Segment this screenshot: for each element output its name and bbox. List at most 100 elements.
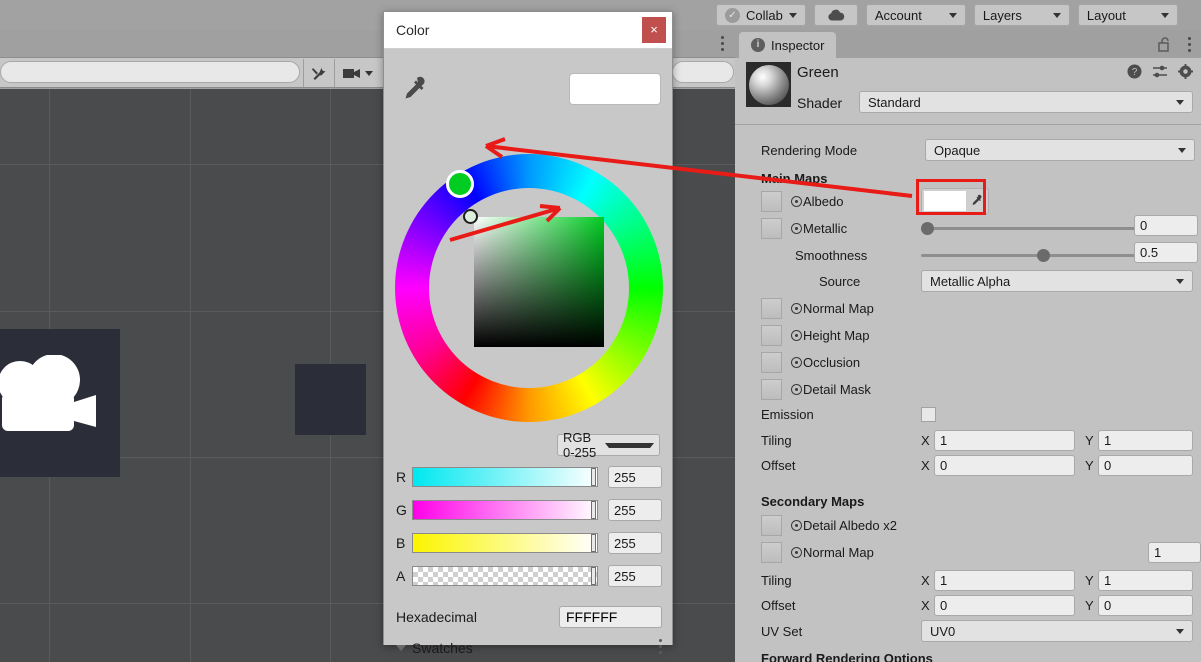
channel-row-a: A (396, 564, 662, 588)
collab-button[interactable]: ✓ Collab (716, 4, 806, 26)
metallic-slider-knob[interactable] (921, 221, 934, 235)
preset-sliders-icon[interactable] (1152, 64, 1168, 82)
chevron-down-icon[interactable] (396, 645, 406, 651)
secondary-tiling-label: Tiling (761, 572, 792, 588)
metallic-value-field[interactable] (1134, 215, 1198, 236)
secondary-offset-y-label: Y (1085, 597, 1094, 613)
albedo-label: Albedo (803, 193, 844, 209)
scene-tools-button[interactable] (303, 59, 334, 87)
secondary-offset-x-input[interactable] (934, 594, 1075, 616)
scene-camera-gizmo[interactable] (0, 329, 120, 477)
swatches-header[interactable]: Swatches (396, 638, 662, 658)
main-tiling-x-input[interactable] (934, 429, 1075, 451)
channel-value-r[interactable] (608, 466, 662, 488)
detail-albedo-row: Detail Albedo x2 (735, 512, 1201, 538)
shader-dropdown[interactable]: Standard (859, 91, 1193, 113)
shader-label: Shader (797, 95, 843, 111)
channel-knob-r[interactable] (591, 468, 596, 486)
channel-slider-a[interactable] (411, 566, 598, 586)
channel-slider-r[interactable] (411, 467, 598, 487)
rendering-mode-dropdown[interactable]: Opaque (925, 139, 1195, 161)
emission-row: Emission (735, 401, 1201, 427)
detail-albedo-texture-slot[interactable] (761, 514, 782, 536)
occlusion-texture-slot[interactable] (761, 351, 782, 373)
detail-albedo-target-icon[interactable] (791, 519, 802, 531)
metallic-target-icon[interactable] (791, 222, 802, 234)
source-dropdown[interactable]: Metallic Alpha (921, 270, 1193, 292)
channel-value-g[interactable] (608, 499, 662, 521)
secondary-normal-map-texture-slot[interactable] (761, 541, 782, 563)
hue-marker[interactable] (446, 170, 474, 198)
swatches-kebab-icon[interactable] (659, 639, 662, 657)
channel-value-a[interactable] (608, 565, 662, 587)
normal-map-texture-slot[interactable] (761, 297, 782, 319)
smoothness-slider[interactable] (921, 245, 1164, 266)
material-preview[interactable] (746, 62, 791, 107)
uv-set-dropdown[interactable]: UV0 (921, 620, 1193, 642)
main-tiling-y-input[interactable] (1098, 429, 1193, 451)
main-offset-x-input[interactable] (934, 454, 1075, 476)
layout-button[interactable]: Layout (1077, 4, 1178, 26)
hexadecimal-input[interactable] (559, 606, 662, 628)
secondary-normal-map-target-icon[interactable] (791, 546, 802, 558)
scene-object-cube[interactable] (295, 364, 366, 435)
color-preview-swatch[interactable] (569, 73, 661, 105)
channel-slider-b[interactable] (411, 533, 598, 553)
color-wheel-area[interactable] (395, 154, 663, 422)
color-picker-eyedropper-button[interactable] (398, 75, 428, 105)
height-map-texture-slot[interactable] (761, 324, 782, 346)
scene-tab-kebab-icon[interactable] (721, 36, 725, 52)
saturation-value-square[interactable] (474, 217, 604, 347)
help-icon[interactable]: ? (1127, 64, 1142, 82)
metallic-label: Metallic (803, 220, 848, 236)
lock-toggle[interactable] (1158, 37, 1171, 55)
smoothness-slider-knob[interactable] (1036, 248, 1050, 262)
collab-label: Collab (746, 7, 783, 23)
detail-mask-target-icon[interactable] (791, 383, 802, 395)
main-offset-y-input[interactable] (1098, 454, 1193, 476)
secondary-offset-label: Offset (761, 597, 796, 613)
inspector-kebab-icon[interactable] (1188, 37, 1191, 55)
normal-map-target-icon[interactable] (791, 302, 802, 314)
main-offset-label: Offset (761, 457, 796, 473)
layers-label: Layers (982, 7, 1022, 23)
smoothness-value-field[interactable] (1134, 242, 1198, 263)
cloud-button[interactable] (813, 4, 858, 26)
rendering-mode-label: Rendering Mode (761, 142, 858, 158)
detail-mask-texture-slot[interactable] (761, 378, 782, 400)
channel-value-b[interactable] (608, 532, 662, 554)
saturation-value-marker[interactable] (463, 209, 478, 224)
secondary-offset-y-input[interactable] (1098, 594, 1193, 616)
tab-inspector[interactable]: i Inspector (739, 32, 837, 58)
gear-icon[interactable] (1178, 64, 1193, 82)
main-tiling-x-label: X (921, 432, 930, 448)
material-sphere-preview (748, 64, 789, 105)
metallic-texture-slot[interactable] (761, 217, 782, 239)
channel-knob-g[interactable] (591, 501, 596, 519)
height-map-target-icon[interactable] (791, 329, 802, 341)
scene-search-field[interactable] (0, 61, 300, 83)
secondary-tiling-y-input[interactable] (1098, 569, 1193, 591)
color-mode-dropdown[interactable]: RGB 0-255 (557, 430, 660, 460)
albedo-target-icon[interactable] (791, 195, 802, 207)
cloud-icon (828, 9, 845, 21)
shader-value: Standard (868, 94, 921, 110)
scene-secondary-search-field[interactable] (672, 61, 734, 83)
secondary-normal-map-value[interactable] (1148, 541, 1201, 563)
emission-checkbox[interactable] (921, 406, 936, 422)
occlusion-target-icon[interactable] (791, 356, 802, 368)
channel-label-r: R (396, 469, 407, 485)
eyedropper-icon (405, 76, 425, 99)
secondary-tiling-x-input[interactable] (934, 569, 1075, 591)
account-button[interactable]: Account (865, 4, 966, 26)
scene-camera-button[interactable] (334, 59, 381, 87)
height-map-label: Height Map (803, 327, 870, 343)
albedo-texture-slot[interactable] (761, 190, 782, 212)
main-tiling-label: Tiling (761, 432, 792, 448)
channel-knob-b[interactable] (591, 534, 596, 552)
layers-button[interactable]: Layers (973, 4, 1070, 26)
channel-slider-g[interactable] (411, 500, 598, 520)
metallic-slider[interactable] (921, 218, 1164, 239)
close-icon[interactable]: × (642, 17, 666, 43)
channel-knob-a[interactable] (591, 567, 596, 585)
